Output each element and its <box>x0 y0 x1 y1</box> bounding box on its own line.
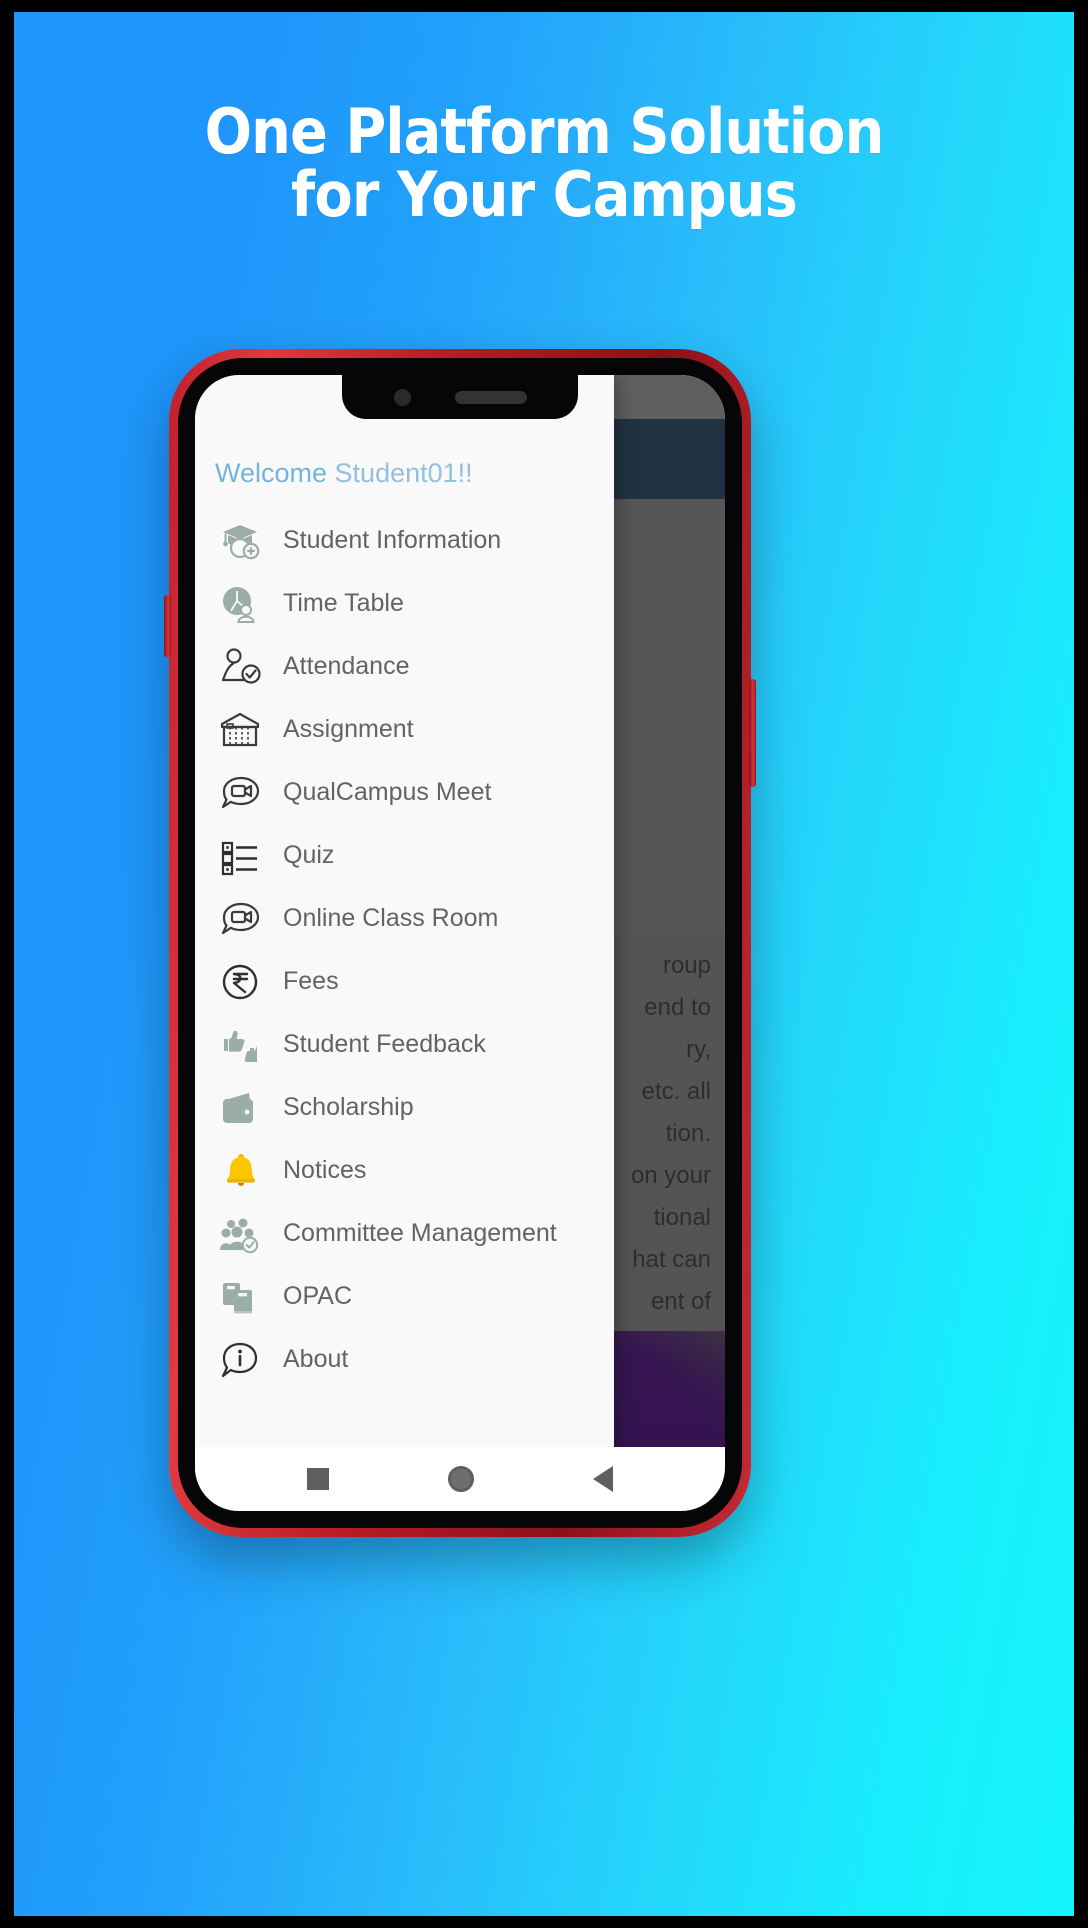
building-icon <box>215 707 267 753</box>
drawer-item-scholarship[interactable]: Scholarship <box>195 1076 614 1139</box>
drawer-item-label: Attendance <box>283 652 410 680</box>
clock-person-icon <box>215 581 267 627</box>
group-check-icon <box>215 1211 267 1257</box>
drawer-item-time-table[interactable]: Time Table <box>195 572 614 635</box>
recents-square-icon[interactable] <box>306 1468 329 1490</box>
navigation-drawer: Welcome Student01!! Student Information … <box>195 375 614 1511</box>
page-title: One Platform Solution for Your Campus <box>67 95 1021 232</box>
phone-side-button-left[interactable] <box>164 595 171 657</box>
welcome-username: Student01!! <box>334 457 473 488</box>
drawer-item-online-class-room[interactable]: Online Class Room <box>195 887 614 950</box>
drawer-item-committee-management[interactable]: Committee Management <box>195 1202 614 1265</box>
earpiece-speaker <box>454 390 527 404</box>
headline-line-2: for Your Campus <box>291 158 798 232</box>
video-chat-bubble-icon <box>215 896 267 942</box>
drawer-item-label: Student Feedback <box>283 1030 486 1058</box>
drawer-item-about[interactable]: About <box>195 1328 614 1391</box>
thumbs-up-down-icon <box>215 1022 267 1068</box>
drawer-item-label: QualCampus Meet <box>283 778 492 806</box>
home-circle-icon[interactable] <box>447 1466 474 1492</box>
drawer-item-label: Quiz <box>283 841 335 869</box>
android-navigation-bar <box>195 1447 725 1511</box>
person-check-icon <box>215 644 267 690</box>
phone-mockup: roup end to ry, etc. all tion. on your t… <box>164 349 756 1537</box>
drawer-item-attendance[interactable]: Attendance <box>195 635 614 698</box>
welcome-prefix: Welcome <box>215 457 335 488</box>
drawer-item-label: Fees <box>283 967 339 995</box>
drawer-item-quiz[interactable]: Quiz <box>195 824 614 887</box>
drawer-item-notices[interactable]: Notices <box>195 1139 614 1202</box>
drawer-item-label: About <box>283 1345 349 1373</box>
drawer-item-label: OPAC <box>283 1282 352 1310</box>
phone-notch <box>342 375 578 419</box>
phone-side-button-right[interactable] <box>749 679 756 787</box>
drawer-item-label: Committee Management <box>283 1219 557 1247</box>
drawer-item-label: Assignment <box>283 715 414 743</box>
drawer-item-student-information[interactable]: Student Information <box>195 509 614 572</box>
checklist-icon <box>215 833 267 879</box>
phone-screen: roup end to ry, etc. all tion. on your t… <box>195 375 725 1511</box>
poster-canvas: One Platform Solution for Your Campus ro… <box>14 12 1074 1916</box>
back-triangle-icon[interactable] <box>593 1466 614 1492</box>
video-chat-bubble-icon <box>215 770 267 816</box>
headline-line-1: One Platform Solution <box>204 95 885 168</box>
info-bubble-icon <box>215 1337 267 1383</box>
books-icon <box>215 1274 267 1320</box>
graduation-cap-add-icon <box>215 518 267 564</box>
rupee-circle-icon <box>215 959 267 1005</box>
drawer-item-student-feedback[interactable]: Student Feedback <box>195 1013 614 1076</box>
drawer-scroll-area[interactable]: Welcome Student01!! Student Information … <box>195 375 614 1447</box>
drawer-item-qualcampus-meet[interactable]: QualCampus Meet <box>195 761 614 824</box>
drawer-item-label: Scholarship <box>283 1093 414 1121</box>
front-camera-icon <box>393 388 411 406</box>
drawer-menu-list: Student Information Time Table Attendanc… <box>195 509 614 1391</box>
drawer-item-label: Student Information <box>283 526 502 554</box>
wallet-icon <box>215 1085 267 1131</box>
drawer-item-assignment[interactable]: Assignment <box>195 698 614 761</box>
bell-icon <box>215 1148 267 1194</box>
drawer-item-label: Time Table <box>283 589 404 617</box>
drawer-item-fees[interactable]: Fees <box>195 950 614 1013</box>
welcome-message: Welcome Student01!! <box>215 458 473 489</box>
drawer-item-label: Online Class Room <box>283 904 499 932</box>
drawer-item-label: Notices <box>283 1156 367 1184</box>
drawer-item-opac[interactable]: OPAC <box>195 1265 614 1328</box>
